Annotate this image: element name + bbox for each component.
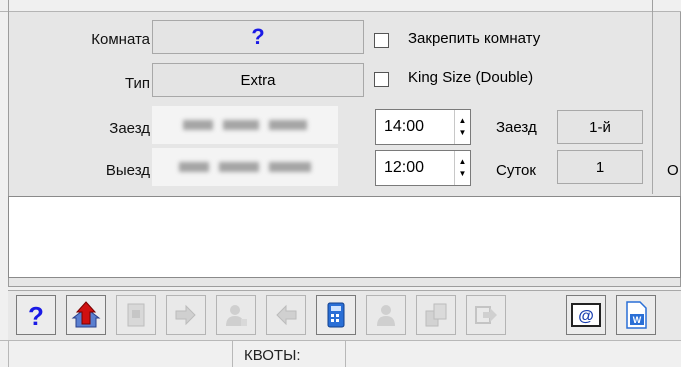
- king-size-label: King Size (Double): [408, 69, 534, 86]
- checkin-label: Заезд: [109, 120, 150, 137]
- type-field[interactable]: Extra: [152, 63, 364, 97]
- cut-off-label: О: [667, 162, 679, 179]
- export-button[interactable]: [466, 295, 506, 335]
- email-icon: @: [571, 303, 601, 327]
- help-icon: ?: [28, 301, 44, 329]
- person2-disabled-icon: [377, 305, 395, 326]
- checkout-time-value: 12:00: [384, 159, 425, 176]
- spin-up-icon[interactable]: ▲: [459, 115, 467, 127]
- calculator-button[interactable]: [316, 295, 356, 335]
- house-arrow-icon: [71, 301, 101, 328]
- spin-up-icon[interactable]: ▲: [459, 156, 467, 168]
- room-field[interactable]: ?: [152, 20, 364, 54]
- arrival-label: Заезд: [496, 119, 537, 136]
- nights-label: Суток: [496, 162, 536, 179]
- arrow-in-button[interactable]: [166, 295, 206, 335]
- arrow-right-disabled-icon: [175, 304, 196, 326]
- checkout-date-field[interactable]: [152, 148, 338, 186]
- word-icon: W: [626, 301, 647, 329]
- copy-button[interactable]: [416, 295, 456, 335]
- checkout-label: Выезд: [105, 162, 150, 179]
- top-strip: [0, 0, 681, 12]
- copy-disabled-icon: [425, 303, 447, 327]
- pin-room-label: Закрепить комнату: [408, 30, 541, 47]
- type-label: Тип: [124, 75, 150, 92]
- checkin-date-field[interactable]: [152, 106, 338, 144]
- arrow-out-disabled-icon: [475, 306, 497, 324]
- svg-text:W: W: [633, 315, 642, 325]
- toolbar: ? @ W: [8, 290, 681, 340]
- spin-down-icon[interactable]: ▼: [459, 168, 467, 180]
- document-button[interactable]: [116, 295, 156, 335]
- email-button[interactable]: @: [566, 295, 606, 335]
- arrival-field[interactable]: 1-й: [557, 110, 643, 144]
- person-button[interactable]: [216, 295, 256, 335]
- king-size-checkbox[interactable]: [374, 72, 389, 87]
- notes-textarea[interactable]: [8, 196, 681, 278]
- person2-button[interactable]: [366, 295, 406, 335]
- checkin-button[interactable]: [66, 295, 106, 335]
- pin-room-checkbox[interactable]: [374, 33, 389, 48]
- svg-text:?: ?: [28, 301, 44, 329]
- checkout-time-input[interactable]: 12:00 ▲ ▼: [375, 150, 471, 186]
- bottom-tab-strip: КВОТЫ:: [0, 340, 681, 367]
- arrow-left-disabled-icon: [276, 304, 297, 326]
- person-disabled-icon: [226, 305, 247, 326]
- calculator-icon: [327, 302, 345, 328]
- room-label: Комната: [91, 31, 150, 48]
- checkin-time-spinner[interactable]: ▲ ▼: [454, 110, 470, 144]
- quotas-tab-label[interactable]: КВОТЫ:: [244, 347, 301, 364]
- panel-divider: [652, 12, 653, 194]
- arrow-back-button[interactable]: [266, 295, 306, 335]
- checkout-time-spinner[interactable]: ▲ ▼: [454, 151, 470, 185]
- checkin-time-input[interactable]: 14:00 ▲ ▼: [375, 109, 471, 145]
- checkin-time-value: 14:00: [384, 118, 425, 135]
- nights-field[interactable]: 1: [557, 150, 643, 184]
- document-disabled-icon: [127, 303, 145, 327]
- svg-text:@: @: [578, 308, 594, 325]
- word-button[interactable]: W: [616, 295, 656, 335]
- help-button[interactable]: ?: [16, 295, 56, 335]
- spin-down-icon[interactable]: ▼: [459, 127, 467, 139]
